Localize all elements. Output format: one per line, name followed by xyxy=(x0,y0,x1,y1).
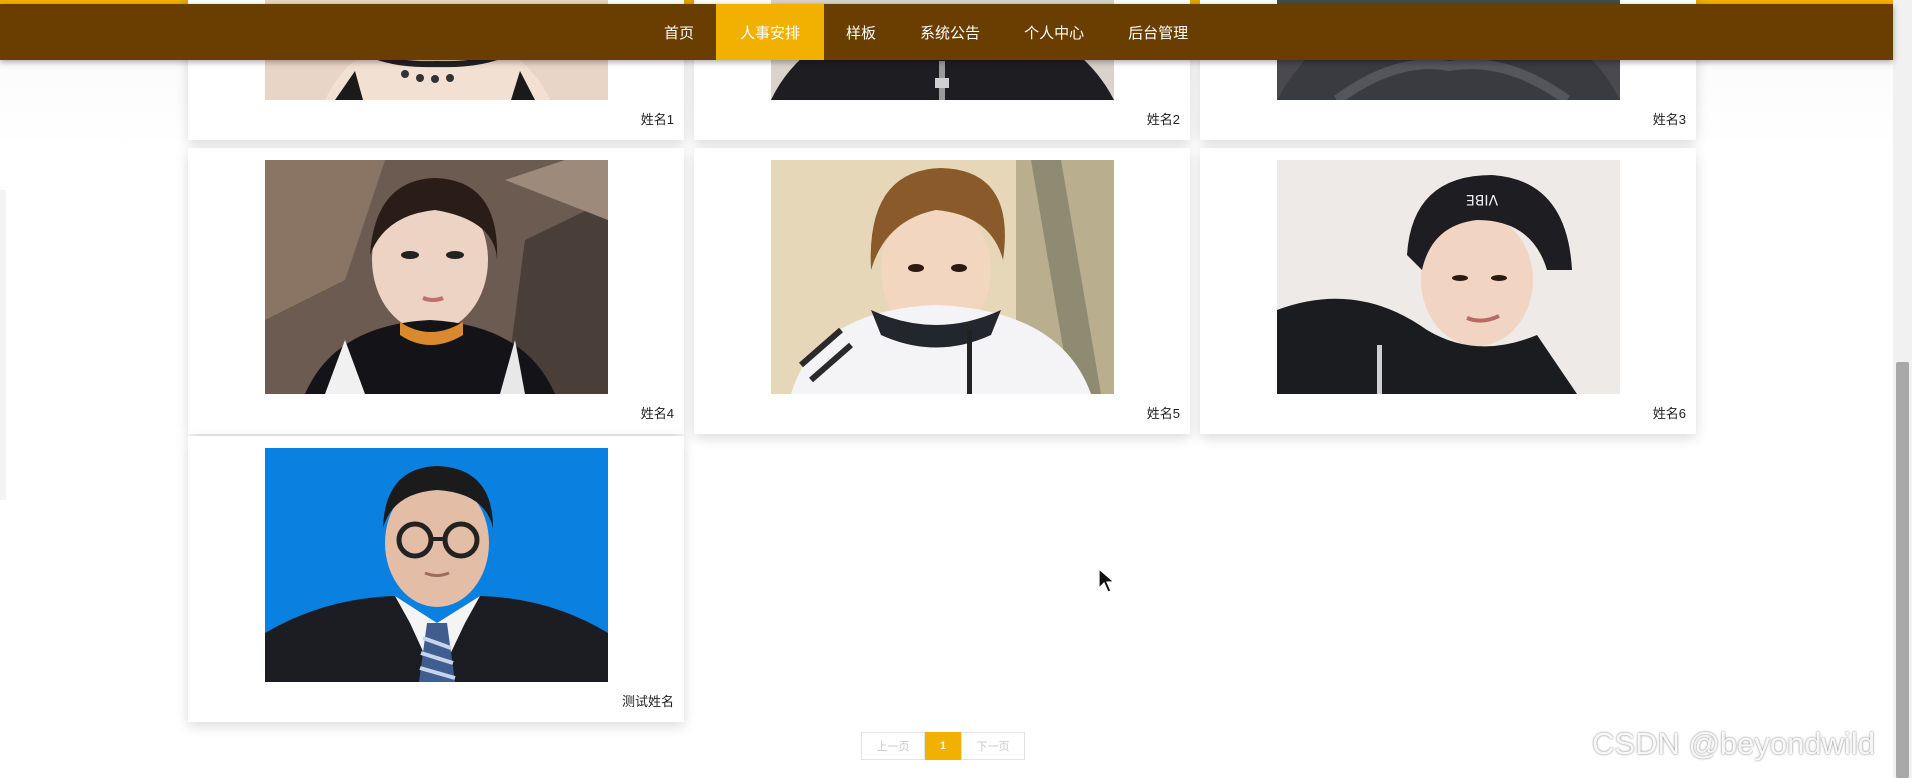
vertical-scrollbar[interactable] xyxy=(1893,0,1912,778)
nav-item-personnel[interactable]: 人事安排 xyxy=(716,4,825,60)
svg-text:VIBE: VIBE xyxy=(1466,191,1498,207)
staff-card[interactable]: 测试姓名 xyxy=(188,436,684,722)
staff-name: 姓名4 xyxy=(640,406,674,421)
nav-item-announcements[interactable]: 系统公告 xyxy=(898,4,1002,60)
scrollbar-thumb[interactable] xyxy=(1896,362,1909,778)
staff-name: 姓名6 xyxy=(1652,406,1686,421)
prev-page-button[interactable]: 上一页 xyxy=(861,732,925,760)
watermark: CSDN @beyondwild xyxy=(1592,726,1876,761)
staff-name: 姓名2 xyxy=(1146,112,1180,127)
staff-name: 测试姓名 xyxy=(621,694,674,709)
staff-name: 姓名5 xyxy=(1146,406,1180,421)
staff-photo xyxy=(265,448,608,682)
left-edge-shade xyxy=(0,190,6,500)
staff-card[interactable]: VIBE 姓名6 xyxy=(1200,148,1696,434)
staff-card[interactable]: 姓名4 xyxy=(188,148,684,434)
nav-item-template[interactable]: 样板 xyxy=(824,4,898,60)
pagination: 上一页 1 下一页 xyxy=(861,732,1025,760)
mouse-cursor-icon xyxy=(1098,568,1116,593)
next-page-button[interactable]: 下一页 xyxy=(961,732,1025,760)
staff-photo: VIBE xyxy=(1277,160,1620,394)
staff-card[interactable]: 姓名5 xyxy=(694,148,1190,434)
current-page-button[interactable]: 1 xyxy=(925,732,961,760)
nav-item-admin[interactable]: 后台管理 xyxy=(1106,4,1210,60)
nav-item-home[interactable]: 首页 xyxy=(642,4,716,60)
nav-menu: 首页 人事安排 样板 系统公告 个人中心 后台管理 xyxy=(642,4,1210,60)
top-navigation: 首页 人事安排 样板 系统公告 个人中心 后台管理 xyxy=(0,4,1893,60)
staff-name: 姓名1 xyxy=(640,112,674,127)
staff-name: 姓名3 xyxy=(1652,112,1686,127)
staff-photo xyxy=(265,160,608,394)
staff-photo xyxy=(771,160,1114,394)
nav-item-profile[interactable]: 个人中心 xyxy=(1002,4,1106,60)
